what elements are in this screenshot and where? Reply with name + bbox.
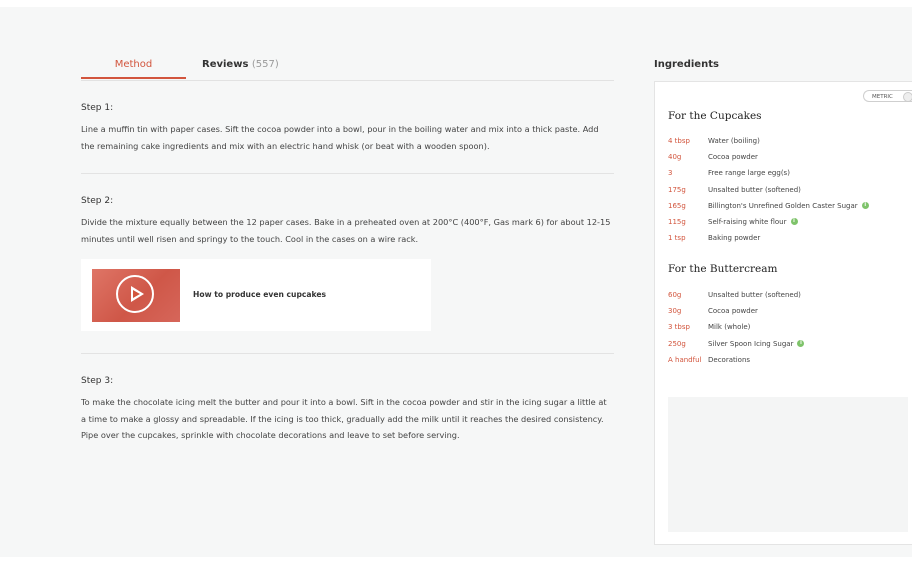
- top-bar: [0, 0, 912, 7]
- ingredient-row: 30g Cocoa powder: [668, 303, 908, 319]
- ingredient-name: Cocoa powder: [708, 153, 758, 162]
- ingredient-row: 3 tbsp Milk (whole): [668, 319, 908, 335]
- ingredient-name: Unsalted butter (softened): [708, 185, 801, 194]
- ingredient-qty: 165g: [668, 201, 686, 210]
- ingredient-name: Free range large egg(s): [708, 169, 790, 178]
- buttercream-section-title: For the Buttercream: [668, 263, 778, 275]
- tab-reviews[interactable]: Reviews (557): [202, 55, 279, 79]
- recipe-tabs: Method Reviews (557): [81, 55, 614, 81]
- ingredient-name: Decorations: [708, 355, 751, 364]
- tab-reviews-label: Reviews: [202, 59, 249, 70]
- step-divider: [81, 173, 614, 174]
- video-title[interactable]: How to produce even cupcakes: [193, 290, 326, 299]
- ingredient-qty: A handful: [668, 355, 702, 364]
- ingredient-row: 115g Self-raising white flour i: [668, 214, 908, 230]
- unit-toggle-label: METRIC: [872, 94, 893, 100]
- reviews-count: (557): [251, 59, 279, 70]
- ingredient-qty: 40g: [668, 153, 682, 162]
- ingredient-qty: 4 tbsp: [668, 137, 690, 145]
- ingredient-qty: 60g: [668, 291, 682, 299]
- ingredient-qty: 3 tbsp: [668, 323, 690, 332]
- ingredient-name: Unsalted butter (softened): [708, 291, 801, 299]
- info-icon[interactable]: i: [797, 340, 805, 348]
- ad-placeholder: [668, 397, 908, 532]
- ingredient-name: Cocoa powder: [708, 307, 758, 316]
- ingredient-name: Milk (whole): [708, 323, 751, 332]
- ingredient-name: Silver Spoon Icing Sugar i: [708, 336, 805, 352]
- cupcakes-section-title: For the Cupcakes: [668, 110, 762, 122]
- ingredient-name-text: Silver Spoon Icing Sugar: [708, 339, 794, 348]
- step-1: Step 1: Line a muffin tin with paper cas…: [81, 103, 614, 154]
- ingredient-row: 165g Billington's Unrefined Golden Caste…: [668, 198, 908, 214]
- ingredient-row: 3 Free range large egg(s): [668, 165, 908, 181]
- bottom-bar: [0, 557, 912, 564]
- ingredient-qty: 1 tsp: [668, 234, 686, 243]
- ingredient-qty: 115g: [668, 217, 686, 226]
- step-3: Step 3: To make the chocolate icing melt…: [81, 376, 614, 444]
- step-title: Step 2:: [81, 196, 114, 206]
- ingredient-name: Self-raising white flour i: [708, 214, 798, 230]
- ingredient-row: 60g Unsalted butter (softened): [668, 287, 908, 303]
- ingredient-name-text: Self-raising white flour: [708, 217, 787, 226]
- video-card[interactable]: How to produce even cupcakes: [81, 259, 431, 331]
- ingredient-name-text: Billington's Unrefined Golden Caster Sug…: [708, 201, 858, 210]
- ingredient-row: 40g Cocoa powder: [668, 149, 908, 165]
- ingredient-row: 250g Silver Spoon Icing Sugar i: [668, 336, 908, 352]
- ingredient-name: Billington's Unrefined Golden Caster Sug…: [708, 198, 869, 214]
- ingredient-row: 4 tbsp Water (boiling): [668, 133, 908, 149]
- ingredient-row: 1 tsp Baking powder: [668, 230, 908, 246]
- buttercream-ingredient-list: 60g Unsalted butter (softened) 30g Cocoa…: [668, 287, 908, 378]
- step-text: To make the chocolate icing melt the but…: [81, 397, 607, 440]
- step-text: Line a muffin tin with paper cases. Sift…: [81, 124, 599, 151]
- video-thumbnail[interactable]: [92, 269, 180, 322]
- step-title: Step 3:: [81, 376, 114, 386]
- ingredient-qty: 30g: [668, 307, 682, 316]
- step-divider: [81, 353, 614, 354]
- ingredient-qty: 250g: [668, 339, 686, 348]
- ingredient-row: A handful Decorations: [668, 352, 908, 378]
- ingredients-heading: Ingredients: [654, 59, 719, 70]
- ingredient-qty: 3: [668, 169, 673, 178]
- ingredient-qty: 175g: [668, 185, 686, 194]
- play-icon[interactable]: [116, 275, 154, 313]
- cupcakes-ingredient-list: 4 tbsp Water (boiling) 40g Cocoa powder …: [668, 133, 908, 246]
- unit-toggle[interactable]: METRIC: [863, 90, 912, 102]
- ingredient-row: 175g Unsalted butter (softened): [668, 182, 908, 198]
- info-icon[interactable]: i: [790, 218, 798, 226]
- toggle-knob-icon: [903, 92, 912, 102]
- ingredients-panel: METRIC For the Cupcakes 4 tbsp Water (bo…: [654, 81, 912, 545]
- ingredient-name: Water (boiling): [708, 137, 760, 145]
- step-title: Step 1:: [81, 103, 114, 113]
- info-icon[interactable]: i: [861, 202, 869, 210]
- tab-method[interactable]: Method: [81, 55, 186, 79]
- step-text: Divide the mixture equally between the 1…: [81, 217, 611, 244]
- ingredient-name: Baking powder: [708, 234, 761, 243]
- step-2: Step 2: Divide the mixture equally betwe…: [81, 196, 614, 247]
